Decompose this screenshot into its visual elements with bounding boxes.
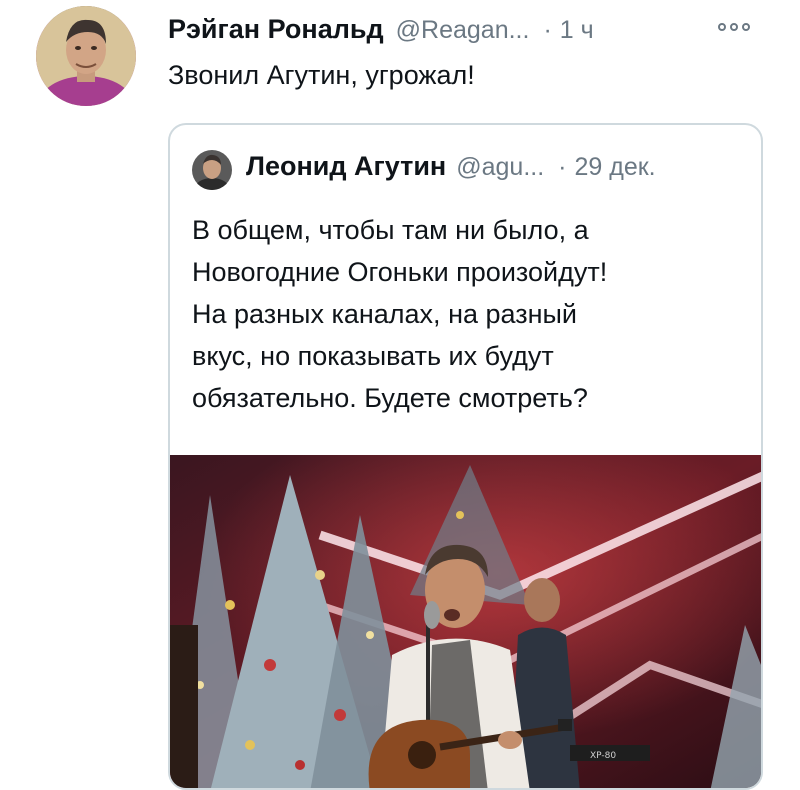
quoted-author-handle[interactable]: @agu... [456, 153, 544, 182]
quoted-author-name[interactable]: Леонид Агутин [246, 151, 446, 182]
more-dot [730, 23, 738, 31]
quoted-text-line: обязательно. Будете смотреть? [192, 383, 588, 413]
quoted-tweet-text: В общем, чтобы там ни было, а Новогодние… [192, 209, 752, 419]
more-dot [718, 23, 726, 31]
quoted-avatar[interactable] [192, 150, 232, 190]
quoted-media-photo[interactable]: XP-80 [170, 455, 761, 788]
more-dot [742, 23, 750, 31]
quoted-timestamp[interactable]: 29 дек. [575, 153, 656, 182]
quoted-text-line: Новогодние Огоньки произойдут! [192, 257, 608, 287]
keyboard-label: XP-80 [590, 751, 616, 761]
tweet-text: Звонил Агутин, угрожал! [168, 60, 475, 90]
quoted-tweet-card[interactable]: Леонид Агутин @agu... · 29 дек. В общем,… [168, 123, 763, 790]
separator-dot: · [558, 153, 567, 181]
more-icon[interactable] [718, 20, 762, 34]
quoted-text-line: В общем, чтобы там ни было, а [192, 215, 589, 245]
author-name[interactable]: Рэйган Рональд [168, 14, 384, 45]
tweet-timestamp[interactable]: 1 ч [560, 16, 594, 45]
quoted-text-line: вкус, но показывать их будут [192, 341, 554, 371]
tweet-header: Рэйган Рональд @Reagan... · 1 ч [168, 14, 594, 50]
author-handle[interactable]: @Reagan... [396, 16, 530, 45]
avatar[interactable] [36, 6, 136, 106]
tweet: Рэйган Рональд @Reagan... · 1 ч Звонил А… [0, 0, 800, 790]
quoted-text-line: На разных каналах, на разный [192, 299, 578, 329]
quoted-header: Леонид Агутин @agu... · 29 дек. [246, 151, 656, 182]
separator-dot: · [543, 16, 552, 44]
